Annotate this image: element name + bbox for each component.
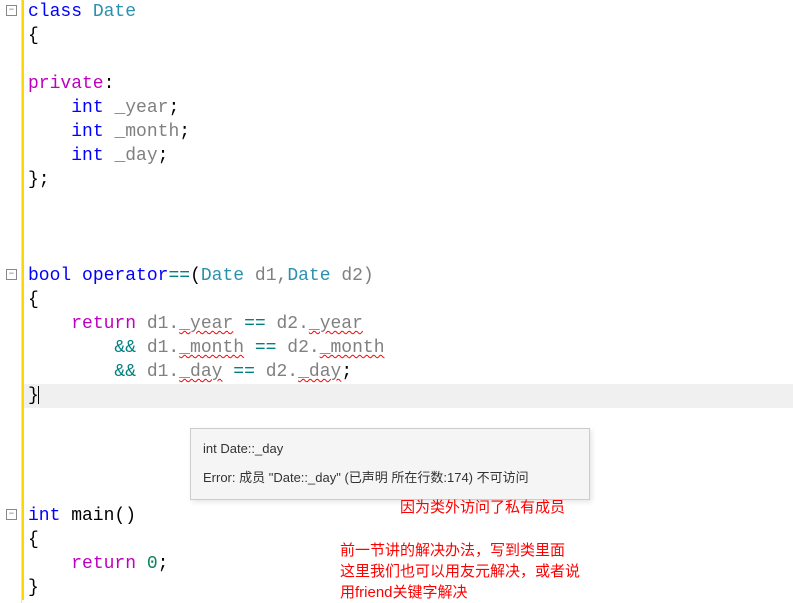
keyword-int: int [71,146,103,166]
param: d1, [244,266,287,286]
keyword-bool: bool [28,266,71,286]
keyword-class: class [28,2,82,22]
member-month: _month [114,122,179,142]
error-day: _day [179,362,222,382]
code-line[interactable]: return d1._year == d2._year [24,312,793,336]
code-line[interactable]: class Date [24,0,793,24]
keyword-int: int [71,98,103,118]
colon: : [104,74,115,94]
fold-icon[interactable]: − [6,5,17,16]
code-line[interactable] [24,192,793,216]
code-line[interactable]: { [24,288,793,312]
code-line[interactable] [24,48,793,72]
operator-and: && [114,338,136,358]
code-line[interactable]: }; [24,168,793,192]
error-tooltip: int Date::_day Error: 成员 "Date::_day" (已… [190,428,590,500]
text-caret [38,386,39,404]
keyword-return: return [71,314,136,334]
error-month: _month [320,338,385,358]
type-name: Date [93,2,136,22]
type-name: Date [287,266,330,286]
code-line[interactable]: int _day; [24,144,793,168]
error-year: _year [309,314,363,334]
operator-and: && [114,362,136,382]
close-brace: }; [28,170,50,190]
brace: { [28,290,39,310]
type-name: Date [201,266,244,286]
fold-icon[interactable]: − [6,509,17,520]
code-line[interactable]: { [24,24,793,48]
keyword-return: return [71,554,136,574]
member-year: _year [114,98,168,118]
close-brace: } [28,578,39,598]
code-line[interactable]: int _month; [24,120,793,144]
keyword-int: int [71,122,103,142]
error-day: _day [298,362,341,382]
tooltip-title: int Date::_day [203,439,577,460]
code-line[interactable]: && d1._day == d2._day; [24,360,793,384]
code-line[interactable] [24,240,793,264]
main-sig: main() [60,506,136,526]
error-year: _year [179,314,233,334]
keyword-operator: operator [82,266,168,286]
annotation-text: 因为类外访问了私有成员 [400,497,565,518]
code-line[interactable] [24,216,793,240]
number-literal: 0 [147,554,158,574]
keyword-int: int [28,506,60,526]
annotation-text: 前一节讲的解决办法，写到类里面 这里我们也可以用友元解决，或者说 用friend… [340,540,690,603]
brace: { [28,530,39,550]
keyword-private: private [28,74,104,94]
code-line[interactable]: int _year; [24,96,793,120]
param: d2) [331,266,374,286]
code-line[interactable]: bool operator==(Date d1,Date d2) [24,264,793,288]
code-line[interactable]: private: [24,72,793,96]
brace: { [28,26,39,46]
member-day: _day [114,146,157,166]
editor-gutter: − − − [0,0,22,603]
code-line-current[interactable]: } [24,384,793,408]
fold-icon[interactable]: − [6,269,17,280]
operator-eq: == [168,266,190,286]
code-line[interactable]: && d1._month == d2._month [24,336,793,360]
error-month: _month [179,338,244,358]
tooltip-error: Error: 成员 "Date::_day" (已声明 所在行数:174) 不可… [203,468,577,489]
